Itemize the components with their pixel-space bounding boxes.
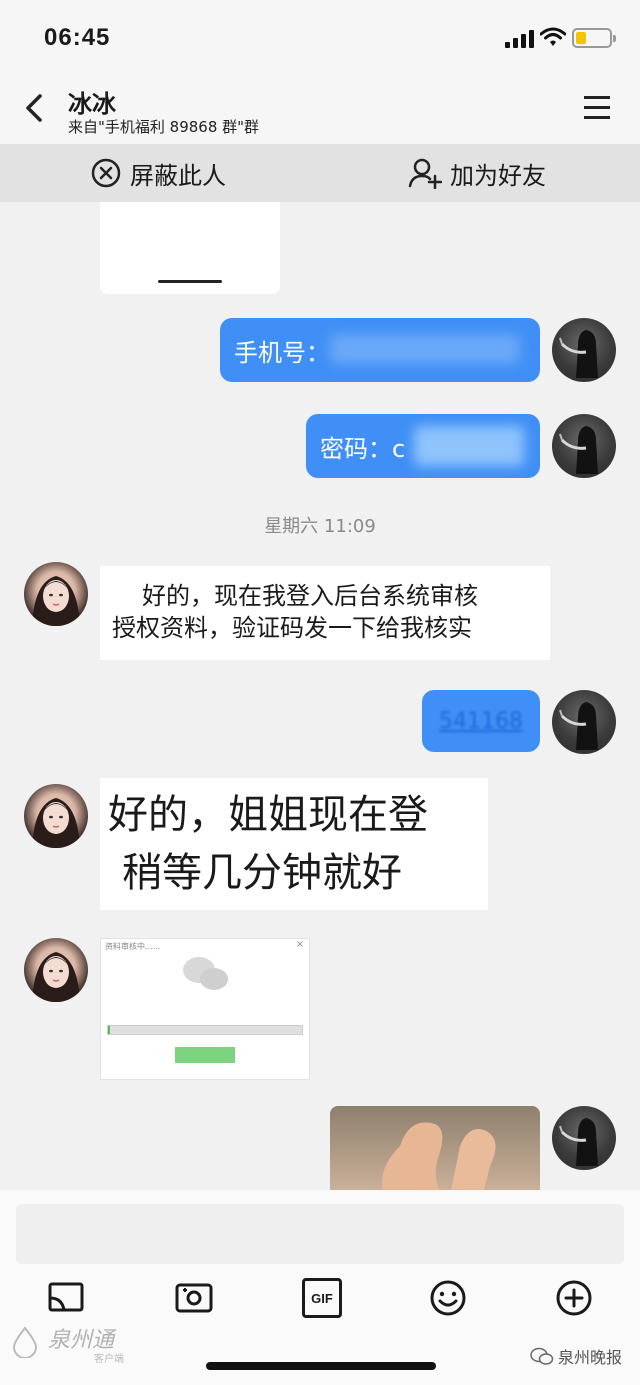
avatar-self[interactable] (552, 690, 616, 754)
watermark-right-label: 泉州晚报 (558, 1348, 623, 1367)
block-user-label: 屏蔽此人 (130, 161, 226, 190)
wechat-logo-icon (183, 957, 228, 990)
hooded-figure-icon (559, 702, 598, 750)
message-input[interactable] (16, 1204, 624, 1264)
chat-message-list[interactable]: 手机号： 密码：c 星期六 11:09 好的，现在我登入后台系统审核 授权资料，… (0, 202, 640, 1190)
screen-cast-icon[interactable] (46, 1278, 86, 1318)
watermark-quanzhou-evening-news: 泉州晚报 (530, 1344, 622, 1368)
verification-code: 541168 (439, 708, 523, 734)
block-user-button[interactable]: 屏蔽此人 (90, 156, 226, 190)
home-indicator[interactable] (206, 1362, 436, 1370)
progress-bar (107, 1025, 303, 1035)
reply-1-line-2: 授权资料，验证码发一下给我核实 (112, 614, 472, 642)
phone-label: 手机号： (234, 338, 330, 367)
reply-2-line-1: 好的，姐姐现在登 (108, 792, 428, 838)
chat-header: 冰冰 来自"手机福利 89868 群"群 (0, 72, 640, 144)
back-arrow-icon[interactable] (20, 90, 50, 126)
dialog-confirm-button (175, 1047, 235, 1063)
message-bubble-code[interactable]: 541168 (422, 690, 540, 752)
hand-photo (382, 1122, 496, 1190)
message-bubble-reply-1[interactable]: 好的，现在我登入后台系统审核 授权资料，验证码发一下给我核实 (100, 566, 550, 660)
avatar-self[interactable] (552, 318, 616, 382)
battery-icon (572, 28, 616, 48)
emoji-icon[interactable] (428, 1278, 468, 1318)
message-timestamp: 星期六 11:09 (264, 516, 376, 537)
contact-name: 冰冰 (68, 90, 116, 118)
avatar-contact[interactable] (24, 562, 88, 626)
message-bubble-reply-2[interactable]: 好的，姐姐现在登 稍等几分钟就好 (100, 778, 488, 910)
contact-photo (32, 798, 80, 848)
gif-icon[interactable]: GIF (302, 1278, 342, 1318)
contact-source-group: 来自"手机福利 89868 群"群 (68, 118, 260, 136)
image-message[interactable] (100, 202, 280, 294)
status-bar: 06:45 (0, 0, 640, 72)
avatar-contact[interactable] (24, 784, 88, 848)
add-friend-icon (408, 158, 442, 189)
redacted-phone-number (330, 334, 520, 364)
dialog-close-icon: × (295, 939, 304, 950)
add-friend-label: 加为好友 (450, 161, 546, 190)
avatar-self[interactable] (552, 1106, 616, 1170)
photo-message[interactable] (330, 1106, 540, 1190)
wifi-icon (540, 27, 566, 46)
image-message-review-dialog[interactable]: 资料审核中...... × (100, 938, 310, 1080)
reply-2-line-2: 稍等几分钟就好 (122, 850, 402, 896)
clock: 06:45 (44, 24, 111, 51)
gif-label: GIF (311, 1290, 333, 1306)
password-label: 密码：c (320, 434, 406, 463)
stranger-action-bar: 屏蔽此人 加为好友 (0, 144, 640, 202)
dialog-title: 资料审核中...... (105, 942, 161, 951)
cellular-signal-icon (505, 30, 535, 48)
wechat-small-icon (530, 1347, 554, 1365)
watermark-quanzhoutong: 泉州通 客户端 (10, 1322, 160, 1365)
menu-icon[interactable] (584, 96, 612, 120)
message-bubble-phone[interactable]: 手机号： (220, 318, 540, 382)
reply-1-line-1: 好的，现在我登入后台系统审核 (142, 582, 478, 610)
block-icon (91, 158, 121, 188)
message-bubble-password[interactable]: 密码：c (306, 414, 540, 478)
watermark-left-subtitle: 客户端 (94, 1354, 124, 1365)
redacted-password (414, 426, 524, 466)
avatar-self[interactable] (552, 414, 616, 478)
hooded-figure-icon (559, 1118, 598, 1166)
contact-photo (32, 576, 80, 626)
plus-icon[interactable] (554, 1278, 594, 1318)
hooded-figure-icon (559, 330, 598, 378)
hooded-figure-icon (559, 426, 598, 474)
contact-photo (32, 952, 80, 1002)
water-drop-logo-icon (12, 1326, 38, 1358)
camera-icon[interactable] (174, 1278, 214, 1318)
avatar-contact[interactable] (24, 938, 88, 1002)
add-friend-button[interactable]: 加为好友 (408, 156, 546, 190)
